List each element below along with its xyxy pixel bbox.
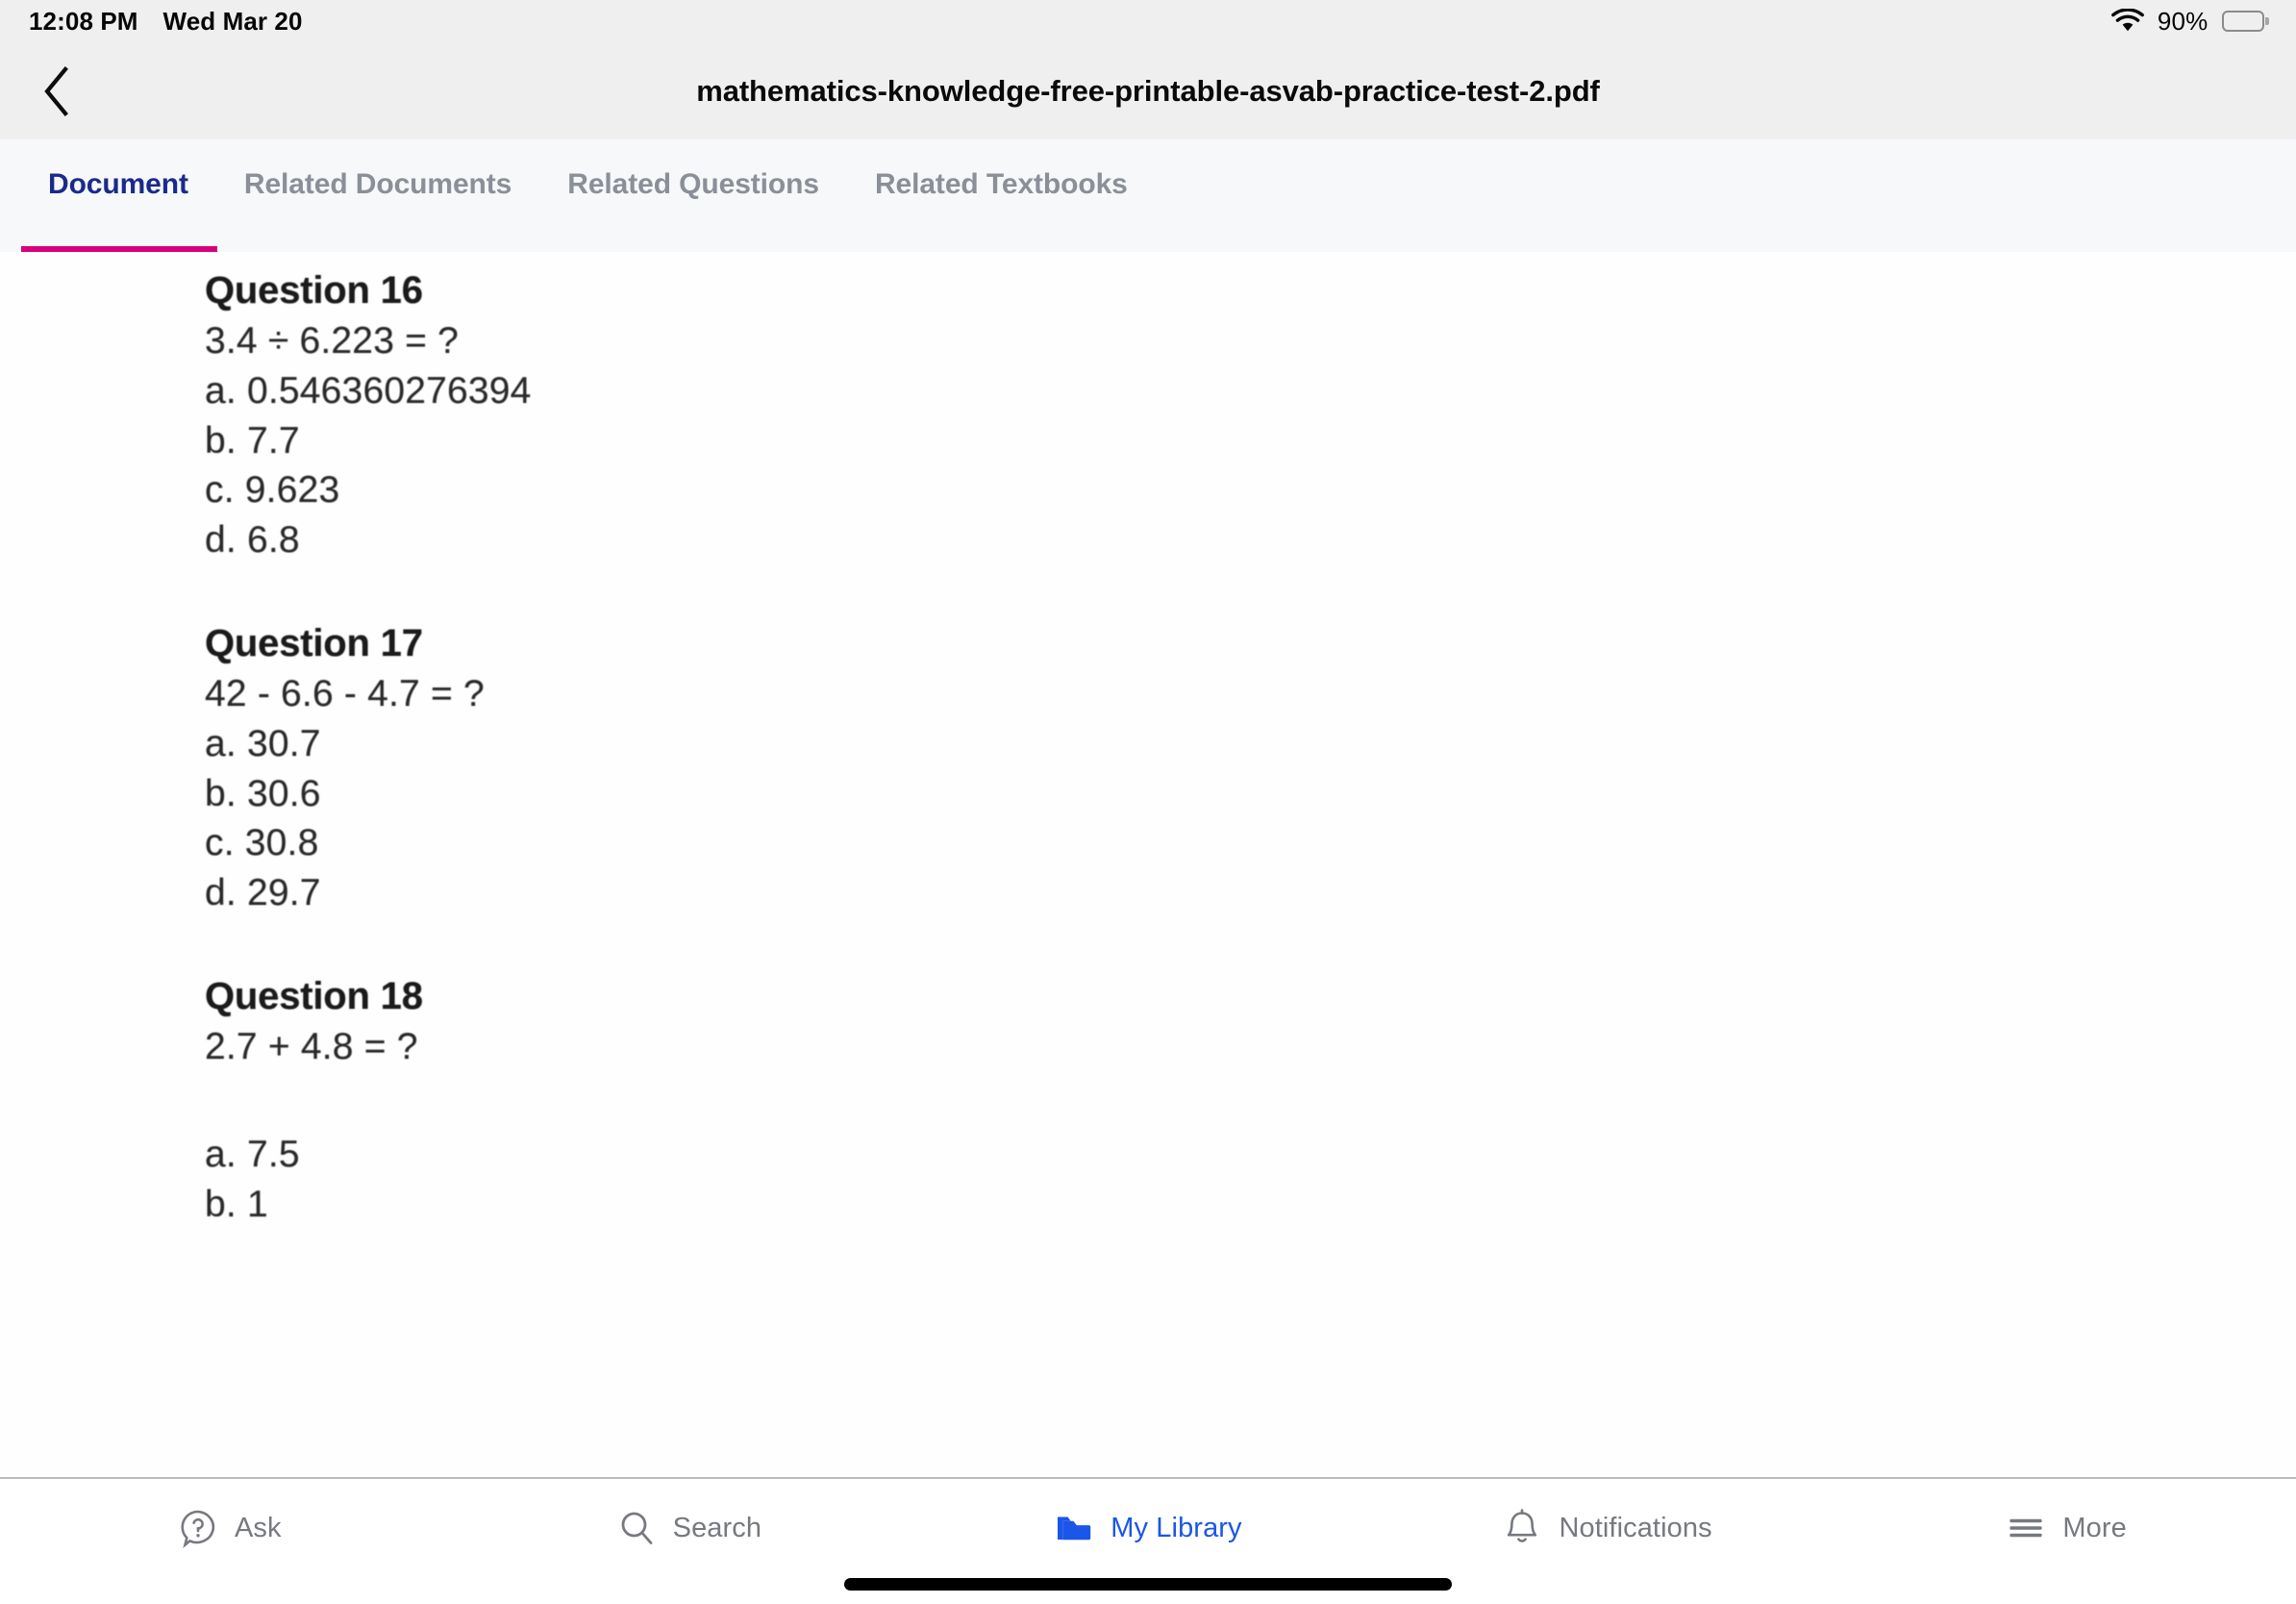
question-option: b. 7.7 (205, 419, 300, 462)
tab-related-documents[interactable]: Related Documents (217, 163, 540, 252)
pdf-text-layer: Question 16 3.4 ÷ 6.223 = ? a. 0.5463602… (205, 265, 1551, 1230)
question-heading: Question 18 (205, 975, 423, 1018)
question-option: c. 9.623 (205, 469, 340, 512)
nav-item-notifications[interactable]: Notifications (1378, 1500, 1837, 1556)
tab-label: Related Questions (567, 168, 819, 200)
question-bubble-icon (178, 1508, 218, 1548)
scanned-pdf-page: Question 16 3.4 ÷ 6.223 = ? a. 0.5463602… (0, 252, 2296, 1477)
question-option: b. 1 (205, 1183, 268, 1225)
nav-item-ask[interactable]: Ask (0, 1500, 460, 1556)
question-option: b. 30.6 (205, 772, 321, 815)
question-option: c. 30.8 (205, 822, 319, 865)
status-bar-right: 90% (2110, 0, 2269, 42)
status-bar: 12:08 PM Wed Mar 20 90% (0, 0, 2296, 42)
option-spacer (205, 1072, 1551, 1130)
question-heading: Question 16 (205, 269, 423, 312)
nav-label: More (2062, 1512, 2127, 1543)
hamburger-menu-icon (2006, 1508, 2046, 1548)
question-prompt: 42 - 6.6 - 4.7 = ? (205, 672, 485, 714)
bell-icon (1502, 1508, 1542, 1548)
question-option: a. 0.546360276394 (205, 369, 532, 412)
home-indicator-area (0, 1578, 2296, 1591)
status-date: Wed Mar 20 (162, 6, 303, 36)
nav-label: Ask (234, 1512, 282, 1543)
search-icon (616, 1508, 657, 1548)
document-viewport[interactable]: Question 16 3.4 ÷ 6.223 = ? a. 0.5463602… (0, 252, 2296, 1477)
battery-icon (2221, 11, 2269, 32)
back-button[interactable] (21, 56, 92, 127)
bottom-navigation-bar: Ask Search My Library Notifications More (0, 1477, 2296, 1604)
status-time: 12:08 PM (29, 6, 138, 36)
question-block: Question 18 2.7 + 4.8 = ? a. 7.5 b. 1 (205, 971, 1551, 1229)
home-indicator[interactable] (844, 1578, 1452, 1591)
question-heading: Question 17 (205, 622, 423, 665)
tab-label: Related Textbooks (874, 168, 1128, 200)
nav-item-more[interactable]: More (1836, 1500, 2296, 1556)
tab-label: Related Documents (243, 168, 512, 200)
nav-label: Search (672, 1512, 762, 1543)
document-header: mathematics-knowledge-free-printable-asv… (0, 42, 2296, 139)
tab-related-textbooks[interactable]: Related Textbooks (848, 163, 1157, 252)
question-option: d. 6.8 (205, 519, 300, 562)
chevron-left-icon (44, 65, 68, 116)
wifi-icon (2110, 9, 2144, 34)
nav-item-my-library[interactable]: My Library (918, 1500, 1378, 1556)
battery-percentage: 90% (2157, 6, 2209, 36)
question-prompt: 2.7 + 4.8 = ? (205, 1025, 418, 1067)
nav-label: My Library (1111, 1512, 1242, 1543)
nav-label: Notifications (1559, 1512, 1712, 1543)
question-prompt: 3.4 ÷ 6.223 = ? (205, 319, 460, 362)
question-block: Question 16 3.4 ÷ 6.223 = ? a. 0.5463602… (205, 265, 1551, 565)
tab-document[interactable]: Document (21, 163, 217, 252)
folder-icon (1054, 1508, 1094, 1548)
page-title: mathematics-knowledge-free-printable-asv… (696, 73, 1600, 108)
nav-item-search[interactable]: Search (460, 1500, 919, 1556)
tab-label: Document (48, 168, 188, 200)
question-option: a. 7.5 (205, 1133, 300, 1175)
question-spacer (205, 565, 1551, 618)
tab-related-questions[interactable]: Related Questions (540, 163, 848, 252)
tab-bar: Document Related Documents Related Quest… (0, 139, 2296, 252)
question-block: Question 17 42 - 6.6 - 4.7 = ? a. 30.7 b… (205, 618, 1551, 918)
question-option: a. 30.7 (205, 722, 321, 764)
question-option: d. 29.7 (205, 872, 321, 915)
status-bar-left: 12:08 PM Wed Mar 20 (29, 7, 303, 37)
app-root: 12:08 PM Wed Mar 20 90% mathematics-know… (0, 0, 2296, 1604)
question-spacer (205, 918, 1551, 971)
